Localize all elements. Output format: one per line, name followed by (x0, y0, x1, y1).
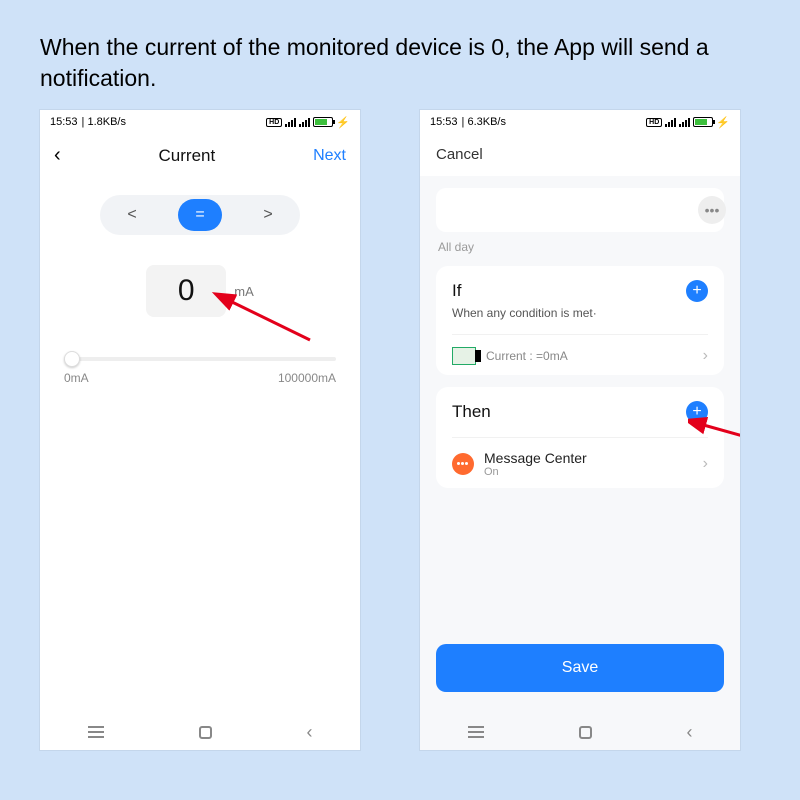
nav-recents[interactable] (468, 726, 484, 738)
action-row[interactable]: Message Center On › (452, 437, 708, 478)
bolt-icon: ⚡ (716, 116, 730, 129)
page-title: Current (159, 146, 216, 166)
status-time: 15:53 (430, 116, 458, 128)
time-range-label: All day (438, 240, 722, 254)
if-card: If + When any condition is met· Current … (436, 266, 724, 375)
title-bar: ‹ Current Next (40, 134, 360, 177)
cancel-button[interactable]: Cancel (436, 146, 483, 163)
add-action-button[interactable]: + (686, 401, 708, 423)
status-net: | 6.3KB/s (462, 116, 506, 128)
nav-bar: ‹ (40, 714, 360, 750)
then-title: Then (452, 402, 491, 422)
chevron-right-icon: › (703, 347, 708, 365)
if-title: If (452, 281, 461, 301)
save-button[interactable]: Save (436, 644, 724, 692)
signal-icon (679, 117, 690, 127)
condition-row[interactable]: Current : =0mA › (452, 334, 708, 365)
nav-home[interactable] (199, 726, 212, 739)
status-bar: 15:53 | 6.3KB/s HD ⚡ (420, 110, 740, 134)
scene-name-input[interactable] (436, 188, 724, 232)
chevron-right-icon: › (703, 455, 708, 473)
phone-right: 15:53 | 6.3KB/s HD ⚡ Cancel ••• All day (420, 110, 740, 750)
condition-text: Current : =0mA (486, 349, 568, 363)
nav-home[interactable] (579, 726, 592, 739)
phone-left: 15:53 | 1.8KB/s HD ⚡ ‹ Current Next < = … (40, 110, 360, 750)
nav-back[interactable]: ‹ (687, 722, 693, 743)
battery-icon (693, 117, 713, 127)
nav-bar: ‹ (420, 714, 740, 750)
message-icon (452, 453, 474, 475)
bolt-icon: ⚡ (336, 116, 350, 129)
operator-selector: < = > (100, 195, 300, 235)
slider-thumb[interactable] (64, 351, 80, 367)
device-icon (452, 347, 476, 365)
status-net: | 1.8KB/s (82, 116, 126, 128)
status-time: 15:53 (50, 116, 78, 128)
back-button[interactable]: ‹ (54, 144, 61, 167)
op-greater-than[interactable]: > (246, 199, 290, 231)
more-button[interactable]: ••• (698, 196, 726, 224)
then-card: Then + Message Center On › (436, 387, 724, 488)
battery-icon (313, 117, 333, 127)
nav-back[interactable]: ‹ (307, 722, 313, 743)
hd-icon: HD (266, 118, 282, 127)
status-bar: 15:53 | 1.8KB/s HD ⚡ (40, 110, 360, 134)
signal-icon (665, 117, 676, 127)
range-min: 0mA (64, 371, 89, 385)
action-title: Message Center (484, 450, 587, 466)
value-unit: mA (234, 284, 254, 299)
op-equals[interactable]: = (178, 199, 222, 231)
signal-icon (299, 117, 310, 127)
if-subtitle: When any condition is met· (452, 306, 708, 320)
add-condition-button[interactable]: + (686, 280, 708, 302)
instruction-text: When the current of the monitored device… (0, 0, 800, 110)
action-subtitle: On (484, 466, 587, 478)
signal-icon (285, 117, 296, 127)
hd-icon: HD (646, 118, 662, 127)
nav-recents[interactable] (88, 726, 104, 738)
op-less-than[interactable]: < (110, 199, 154, 231)
range-max: 100000mA (278, 371, 336, 385)
next-button[interactable]: Next (313, 147, 346, 165)
value-slider[interactable] (64, 357, 336, 361)
value-input[interactable]: 0 (146, 265, 226, 317)
